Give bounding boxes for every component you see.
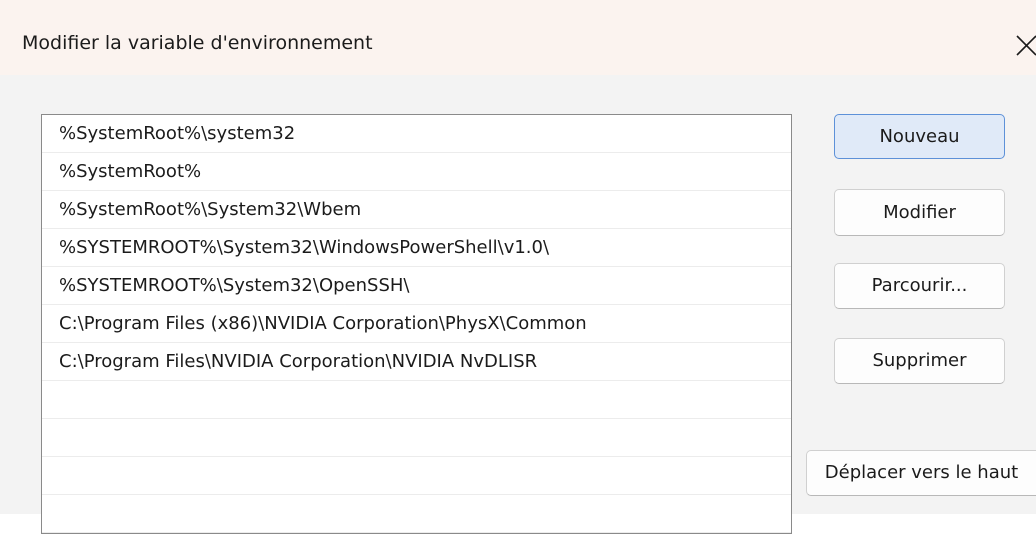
list-item-text: %SystemRoot% xyxy=(59,161,202,182)
new-button[interactable]: Nouveau xyxy=(834,114,1005,159)
list-item[interactable]: C:\Program Files\NVIDIA Corporation\NVID… xyxy=(42,343,791,381)
list-item-text: %SYSTEMROOT%\System32\WindowsPowerShell\… xyxy=(59,237,550,258)
list-item[interactable]: %SystemRoot% xyxy=(42,153,791,191)
list-item-text: %SystemRoot%\System32\Wbem xyxy=(59,199,362,220)
list-item-text: C:\Program Files (x86)\NVIDIA Corporatio… xyxy=(59,313,587,334)
close-button[interactable] xyxy=(1005,26,1036,62)
delete-button[interactable]: Supprimer xyxy=(834,338,1005,384)
list-item[interactable]: %SYSTEMROOT%\System32\OpenSSH\ xyxy=(42,267,791,305)
edit-button[interactable]: Modifier xyxy=(834,189,1005,236)
move-up-button-label: Déplacer vers le haut xyxy=(824,462,1019,483)
list-item[interactable]: %SystemRoot%\System32\Wbem xyxy=(42,191,791,229)
list-item[interactable]: %SYSTEMROOT%\System32\WindowsPowerShell\… xyxy=(42,229,791,267)
move-up-button[interactable]: Déplacer vers le haut xyxy=(806,450,1036,496)
edit-button-label: Modifier xyxy=(883,202,956,223)
list-item[interactable]: %SystemRoot%\system32 xyxy=(42,115,791,153)
browse-button-label: Parcourir... xyxy=(871,275,968,296)
list-item-text: %SystemRoot%\system32 xyxy=(59,123,296,144)
list-item[interactable]: C:\Program Files (x86)\NVIDIA Corporatio… xyxy=(42,305,791,343)
new-button-label: Nouveau xyxy=(879,126,960,147)
list-item[interactable] xyxy=(42,495,791,533)
list-item-text: C:\Program Files\NVIDIA Corporation\NVID… xyxy=(59,351,538,372)
list-item-text: %SYSTEMROOT%\System32\OpenSSH\ xyxy=(59,275,410,296)
list-item[interactable] xyxy=(42,381,791,419)
window-title: Modifier la variable d'environnement xyxy=(22,32,373,54)
path-list[interactable]: %SystemRoot%\system32 %SystemRoot% %Syst… xyxy=(41,114,792,534)
list-item[interactable] xyxy=(42,419,791,457)
list-item[interactable] xyxy=(42,457,791,495)
delete-button-label: Supprimer xyxy=(872,350,967,371)
close-icon xyxy=(1016,35,1036,56)
browse-button[interactable]: Parcourir... xyxy=(834,263,1005,309)
title-bar: Modifier la variable d'environnement xyxy=(0,0,1036,75)
